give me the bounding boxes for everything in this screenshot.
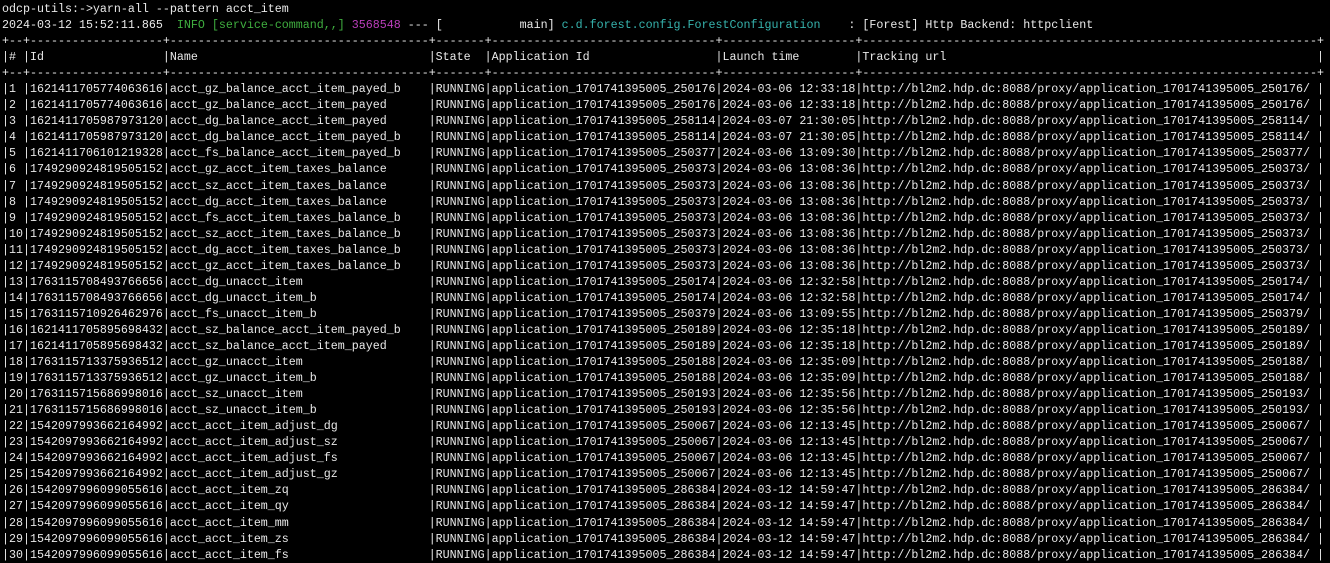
yarn-applications-table: +--+-------------------+----------------…: [2, 33, 1330, 563]
log-logger: c.d.forest.config.ForestConfiguration: [562, 18, 821, 32]
log-thread: --- [ main]: [401, 18, 562, 32]
table-row: |27|1542097996099055616|acct_acct_item_q…: [2, 498, 1330, 514]
table-border-header: +--+-------------------+----------------…: [2, 65, 1330, 81]
table-row: |11|1749290924819505152|acct_dg_acct_ite…: [2, 242, 1330, 258]
table-row: |25|1542097993662164992|acct_acct_item_a…: [2, 466, 1330, 482]
log-timestamp: 2024-03-12 15:52:11.865: [2, 18, 177, 32]
table-row: |24|1542097993662164992|acct_acct_item_a…: [2, 450, 1330, 466]
table-row: |26|1542097996099055616|acct_acct_item_z…: [2, 482, 1330, 498]
table-row: |10|1749290924819505152|acct_sz_acct_ite…: [2, 226, 1330, 242]
table-border-top: +--+-------------------+----------------…: [2, 33, 1330, 49]
table-row: |22|1542097993662164992|acct_acct_item_a…: [2, 418, 1330, 434]
table-row: |30|1542097996099055616|acct_acct_item_f…: [2, 547, 1330, 563]
table-row: |15|1763115710926462976|acct_fs_unacct_i…: [2, 306, 1330, 322]
table-row: |17|1621411705895698432|acct_sz_balance_…: [2, 338, 1330, 354]
table-row: |14|1763115708493766656|acct_dg_unacct_i…: [2, 290, 1330, 306]
log-message: : [Forest] Http Backend: httpclient: [820, 18, 1093, 32]
log-pid: 3568548: [352, 18, 401, 32]
table-row: |8 |1749290924819505152|acct_dg_acct_ite…: [2, 194, 1330, 210]
table-row: |23|1542097993662164992|acct_acct_item_a…: [2, 434, 1330, 450]
command-line: odcp-utils:->yarn-all --pattern acct_ite…: [2, 1, 1330, 17]
log-line: 2024-03-12 15:52:11.865 INFO [service-co…: [2, 17, 1330, 33]
table-row: |12|1749290924819505152|acct_gz_acct_ite…: [2, 258, 1330, 274]
log-gap-2: [345, 18, 352, 32]
table-row: |29|1542097996099055616|acct_acct_item_z…: [2, 531, 1330, 547]
log-gap-1: [205, 18, 212, 32]
command-text: odcp-utils:->yarn-all --pattern acct_ite…: [2, 2, 289, 16]
table-row: |3 |1621411705987973120|acct_dg_balance_…: [2, 113, 1330, 129]
log-level: INFO: [177, 18, 205, 32]
table-header-row: |# |Id |Name |State |Application Id |Lau…: [2, 49, 1330, 65]
table-row: |19|1763115713375936512|acct_gz_unacct_i…: [2, 370, 1330, 386]
table-row: |20|1763115715686998016|acct_sz_unacct_i…: [2, 386, 1330, 402]
table-row: |7 |1749290924819505152|acct_sz_acct_ite…: [2, 178, 1330, 194]
table-row: |2 |1621411705774063616|acct_gz_balance_…: [2, 97, 1330, 113]
terminal-window[interactable]: odcp-utils:->yarn-all --pattern acct_ite…: [0, 0, 1330, 563]
table-row: |4 |1621411705987973120|acct_dg_balance_…: [2, 129, 1330, 145]
log-context: [service-command,,]: [212, 18, 345, 32]
table-row: |6 |1749290924819505152|acct_gz_acct_ite…: [2, 161, 1330, 177]
table-row: |5 |1621411706101219328|acct_fs_balance_…: [2, 145, 1330, 161]
table-row: |1 |1621411705774063616|acct_gz_balance_…: [2, 81, 1330, 97]
table-row: |16|1621411705895698432|acct_sz_balance_…: [2, 322, 1330, 338]
table-row: |9 |1749290924819505152|acct_fs_acct_ite…: [2, 210, 1330, 226]
table-row: |28|1542097996099055616|acct_acct_item_m…: [2, 515, 1330, 531]
table-row: |18|1763115713375936512|acct_gz_unacct_i…: [2, 354, 1330, 370]
table-row: |13|1763115708493766656|acct_dg_unacct_i…: [2, 274, 1330, 290]
table-row: |21|1763115715686998016|acct_sz_unacct_i…: [2, 402, 1330, 418]
